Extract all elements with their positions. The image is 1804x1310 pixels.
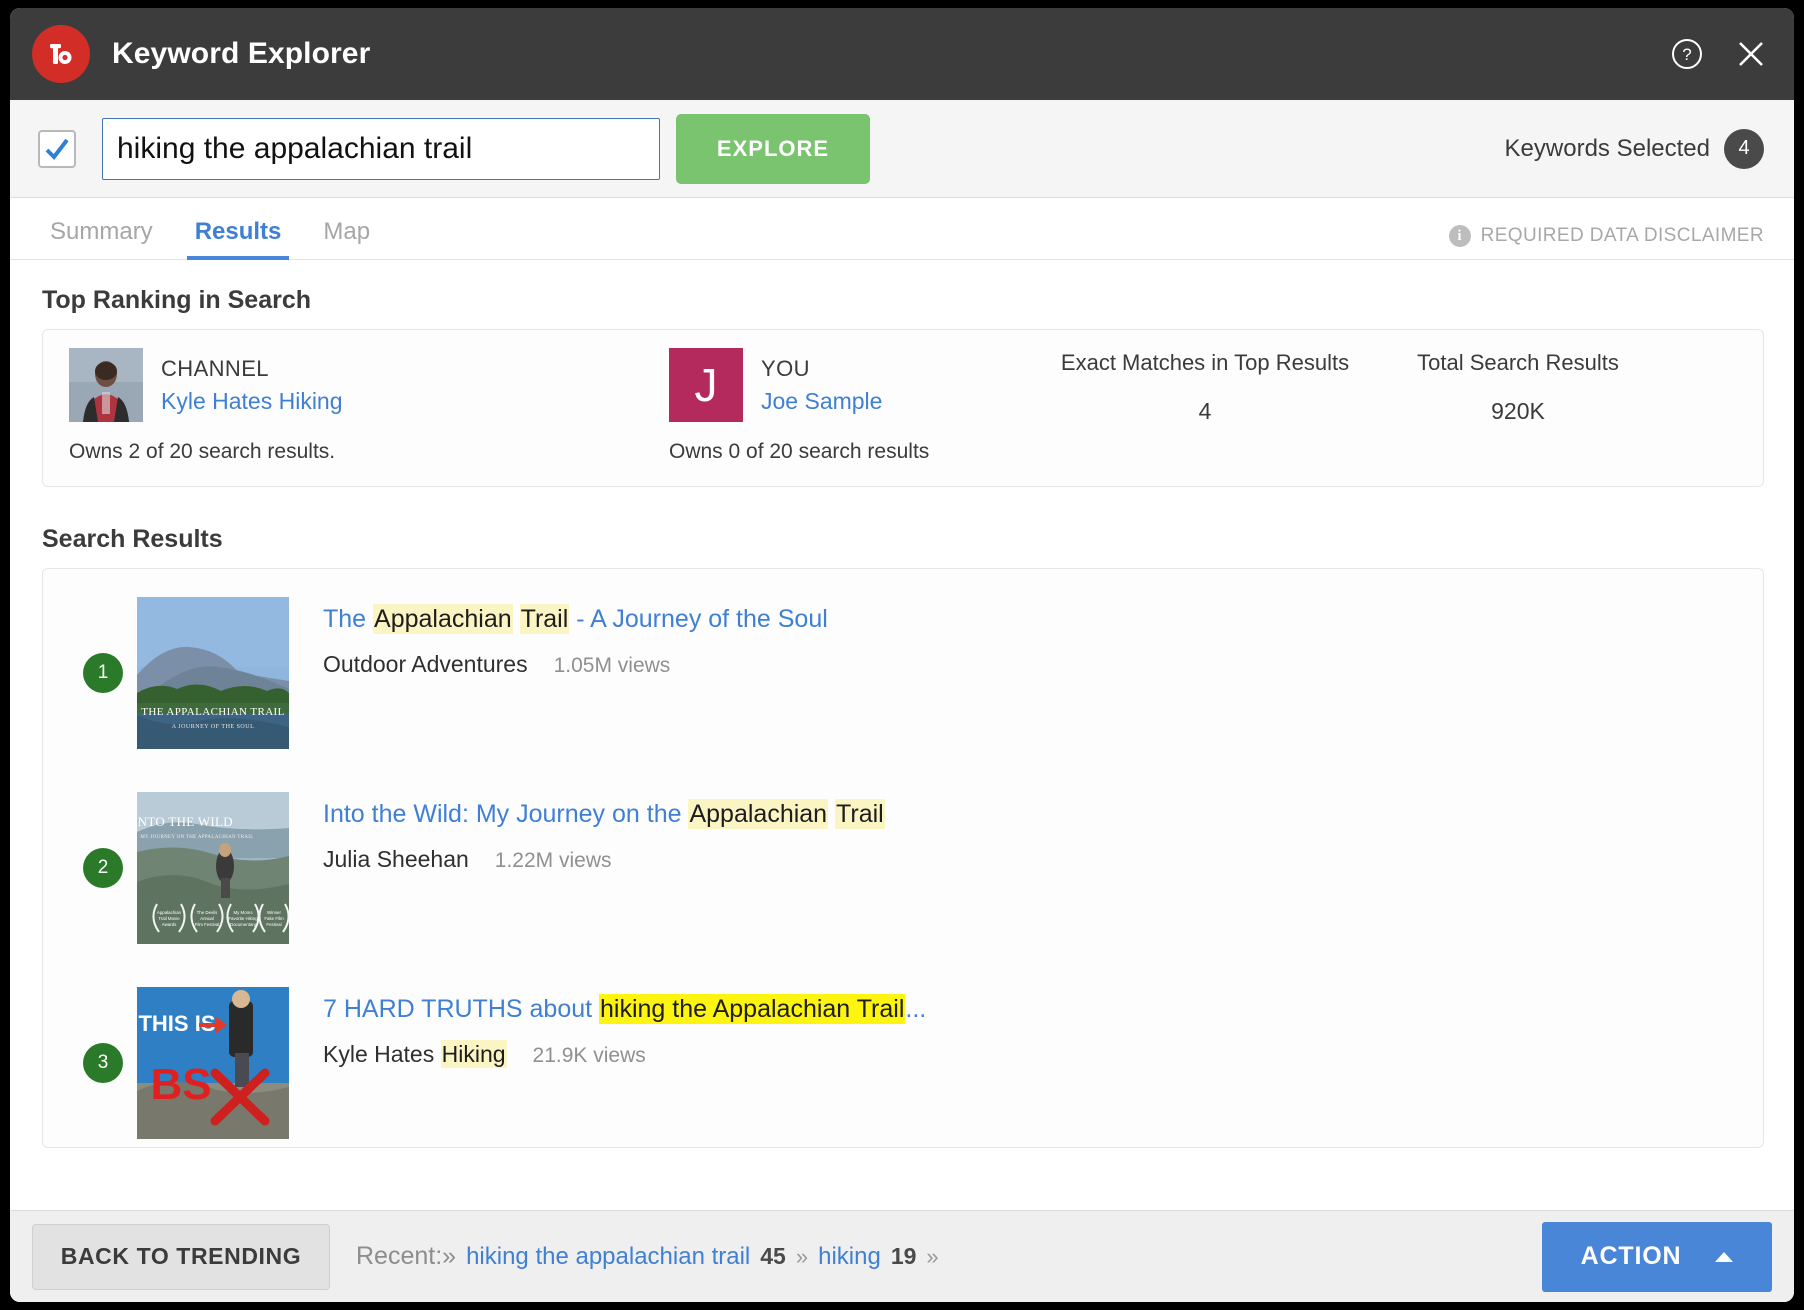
result-thumbnail[interactable]: INTO THE WILD MY JOURNEY ON THE APPALACH… [137, 792, 289, 944]
search-results-heading: Search Results [42, 525, 1764, 554]
table-row[interactable]: 3 THIS IS BS [43, 977, 1763, 1148]
recent-keyword-score: 45 [760, 1243, 786, 1270]
channel-role-label: CHANNEL [161, 356, 343, 382]
search-results-card: 1 THE APPALACHIAN TRAIL A JOURNEY OF THE… [42, 568, 1764, 1148]
keywords-selected-count-badge: 4 [1724, 129, 1764, 169]
rank-badge: 2 [83, 848, 123, 888]
you-owns-text: Owns 0 of 20 search results [669, 440, 1269, 464]
you-avatar: J [669, 348, 743, 422]
result-meta: Kyle Hates Hiking 21.9K views [323, 1041, 926, 1068]
rank-badge: 1 [83, 653, 123, 693]
disclaimer-label: REQUIRED DATA DISCLAIMER [1481, 225, 1764, 247]
title-bar: Keyword Explorer ? [10, 8, 1794, 100]
result-title[interactable]: The Appalachian Trail - A Journey of the… [323, 603, 828, 637]
result-title[interactable]: 7 HARD TRUTHS about hiking the Appalachi… [323, 993, 926, 1027]
result-views: 21.9K views [533, 1044, 646, 1068]
results-content: Top Ranking in Search [10, 260, 1794, 1210]
result-channel: Kyle Hates Hiking [323, 1041, 507, 1068]
table-row[interactable]: 2 INTO THE WILD MY JOURNEY ON THE APPALA… [43, 782, 1763, 977]
action-button[interactable]: ACTION [1542, 1222, 1772, 1292]
stat-exact-matches-label: Exact Matches in Top Results [1045, 350, 1365, 376]
recent-label: Recent:» [356, 1242, 456, 1271]
stat-total-results-label: Total Search Results [1373, 350, 1663, 376]
channel-avatar [69, 348, 143, 422]
action-button-label: ACTION [1581, 1242, 1682, 1271]
recent-separator: » [926, 1244, 938, 1270]
caret-up-icon [1715, 1252, 1733, 1262]
result-meta: Julia Sheehan 1.22M views [323, 846, 885, 873]
svg-text:The Devils: The Devils [197, 910, 219, 915]
result-meta: Outdoor Adventures 1.05M views [323, 651, 828, 678]
result-channel: Outdoor Adventures [323, 651, 528, 678]
app-title: Keyword Explorer [112, 37, 370, 71]
svg-text:INTO THE WILD: INTO THE WILD [137, 814, 233, 829]
svg-text:Film Festival: Film Festival [195, 922, 220, 927]
svg-text:Festival: Festival [266, 922, 281, 927]
keywords-selected: Keywords Selected 4 [1505, 129, 1764, 169]
stat-exact-matches: Exact Matches in Top Results 4 [1045, 350, 1365, 425]
svg-text:Favorite Hiking: Favorite Hiking [228, 916, 258, 921]
keyword-input[interactable] [102, 118, 660, 180]
top-ranking-heading: Top Ranking in Search [42, 286, 1764, 315]
channel-owns-text: Owns 2 of 20 search results. [69, 440, 669, 464]
recent-separator: » [796, 1244, 808, 1270]
stat-total-results-value: 920K [1373, 398, 1663, 425]
svg-text:THE APPALACHIAN TRAIL: THE APPALACHIAN TRAIL [141, 706, 284, 718]
keywords-selected-label: Keywords Selected [1505, 135, 1710, 163]
svg-text:BS: BS [150, 1060, 211, 1109]
keyword-explorer-window: Keyword Explorer ? EXPLORE [10, 8, 1794, 1302]
recent-breadcrumb: Recent:» hiking the appalachian trail 45… [356, 1242, 939, 1271]
svg-text:Awards: Awards [162, 922, 177, 927]
search-bar: EXPLORE Keywords Selected 4 [10, 100, 1794, 198]
recent-keyword-link[interactable]: hiking the appalachian trail [466, 1243, 750, 1271]
back-to-trending-button[interactable]: BACK TO TRENDING [32, 1224, 330, 1290]
svg-text:Trail Movie: Trail Movie [158, 916, 180, 921]
result-thumbnail[interactable]: THE APPALACHIAN TRAIL A JOURNEY OF THE S… [137, 597, 289, 749]
result-text: 7 HARD TRUTHS about hiking the Appalachi… [323, 987, 926, 1068]
svg-text:A JOURNEY OF THE SOUL: A JOURNEY OF THE SOUL [172, 724, 255, 730]
result-thumbnail[interactable]: THIS IS BS [137, 987, 289, 1139]
stat-total-results: Total Search Results 920K [1373, 350, 1663, 425]
close-icon[interactable] [1734, 37, 1768, 71]
help-circle-icon[interactable]: ? [1668, 35, 1706, 73]
svg-text:Documentary: Documentary [230, 922, 257, 927]
svg-text:My Moms: My Moms [233, 910, 253, 915]
explore-button[interactable]: EXPLORE [676, 114, 870, 184]
svg-text:Appalachian: Appalachian [157, 910, 182, 915]
result-text: Into the Wild: My Journey on the Appalac… [323, 792, 885, 873]
you-name-link[interactable]: Joe Sample [761, 388, 882, 415]
required-data-disclaimer[interactable]: i REQUIRED DATA DISCLAIMER [1449, 225, 1764, 259]
svg-text:Winner: Winner [267, 910, 281, 915]
result-channel: Julia Sheehan [323, 846, 469, 873]
result-views: 1.22M views [495, 849, 612, 873]
tab-summary[interactable]: Summary [42, 218, 161, 260]
svg-text:?: ? [1682, 45, 1691, 64]
recent-keyword-score: 19 [891, 1243, 917, 1270]
recent-keyword-link[interactable]: hiking [818, 1243, 881, 1271]
result-views: 1.05M views [554, 654, 671, 678]
title-bar-controls: ? [1668, 35, 1768, 73]
stat-exact-matches-value: 4 [1045, 398, 1365, 425]
channel-name-link[interactable]: Kyle Hates Hiking [161, 388, 343, 415]
footer-bar: BACK TO TRENDING Recent:» hiking the app… [10, 1210, 1794, 1302]
top-ranking-card: CHANNEL Kyle Hates Hiking Owns 2 of 20 s… [42, 329, 1764, 487]
result-title[interactable]: Into the Wild: My Journey on the Appalac… [323, 798, 885, 832]
svg-text:Annual: Annual [200, 916, 214, 921]
rank-badge: 3 [83, 1043, 123, 1083]
info-icon: i [1449, 225, 1471, 247]
tubebuddy-logo-icon [32, 25, 90, 83]
svg-text:Fake Film: Fake Film [264, 916, 284, 921]
tab-bar: Summary Results Map i REQUIRED DATA DISC… [10, 198, 1794, 260]
table-row[interactable]: 1 THE APPALACHIAN TRAIL A JOURNEY OF THE… [43, 587, 1763, 782]
tab-results[interactable]: Results [187, 218, 290, 260]
keyword-checkbox[interactable] [38, 130, 76, 168]
tab-map[interactable]: Map [315, 218, 378, 260]
top-ranking-channel: CHANNEL Kyle Hates Hiking Owns 2 of 20 s… [69, 348, 669, 464]
svg-text:MY JOURNEY ON THE APPALACHIAN: MY JOURNEY ON THE APPALACHIAN TRAIL [140, 835, 253, 840]
result-text: The Appalachian Trail - A Journey of the… [323, 597, 828, 678]
you-role-label: YOU [761, 356, 882, 382]
